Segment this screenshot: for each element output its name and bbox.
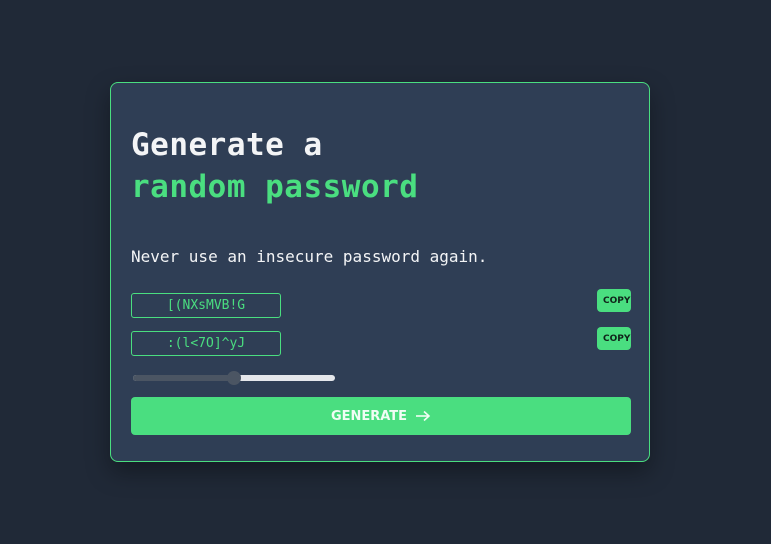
- subtitle: Never use an insecure password again.: [131, 247, 488, 266]
- length-slider-thumb[interactable]: [227, 371, 241, 385]
- copy-button-2[interactable]: COPY: [597, 327, 631, 350]
- copy-button-1[interactable]: COPY: [597, 289, 631, 312]
- length-slider[interactable]: [133, 371, 335, 385]
- password-field-2[interactable]: :(l<7O]^yJ: [131, 331, 281, 356]
- arrow-right-icon: [415, 410, 431, 422]
- title-line-1: Generate a: [131, 127, 323, 163]
- password-generator-card: Generate a random password Never use an …: [110, 82, 650, 462]
- generate-button-label: GENERATE: [330, 408, 408, 424]
- password-field-1[interactable]: [(NXsMVB!G: [131, 293, 281, 318]
- title-line-2: random password: [131, 169, 419, 205]
- generate-button[interactable]: GENERATE: [131, 397, 631, 435]
- length-slider-fill: [133, 375, 234, 381]
